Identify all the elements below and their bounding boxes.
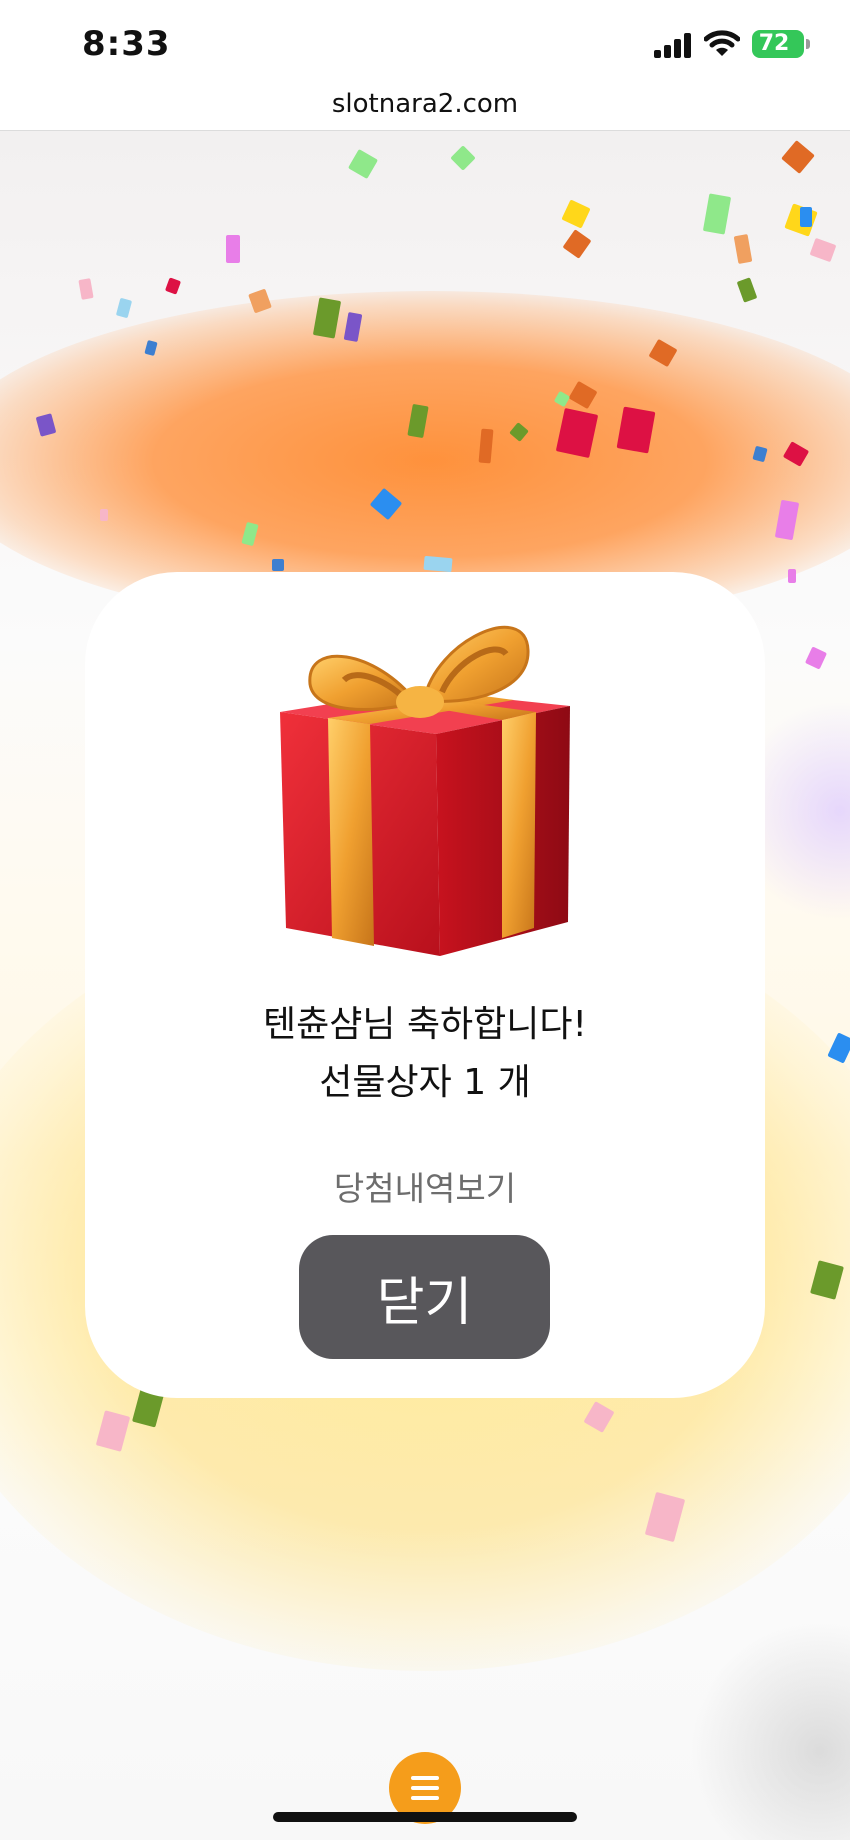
home-indicator: [273, 1812, 577, 1822]
battery-level: 72: [758, 31, 790, 56]
confetti-piece: [423, 555, 453, 573]
url-text[interactable]: slotnara2.com: [0, 90, 850, 118]
confetti-piece: [781, 140, 815, 174]
confetti-piece: [561, 199, 591, 229]
confetti-piece: [164, 277, 182, 295]
confetti-piece: [800, 207, 812, 227]
confetti-piece: [226, 235, 240, 263]
confetti-piece: [272, 559, 284, 571]
confetti-piece: [702, 193, 732, 235]
confetti-piece: [100, 509, 108, 521]
confetti-piece: [733, 233, 753, 265]
confetti-piece: [736, 277, 758, 303]
status-bar: 8:33 72: [0, 0, 850, 90]
status-time: 8:33: [82, 24, 171, 64]
confetti-piece: [788, 569, 796, 583]
battery-icon: 72: [752, 30, 810, 58]
reward-modal: 텐츈샴님 축하합니다! 선물상자 1 개 당첨내역보기 닫기: [85, 572, 765, 1398]
win-history-link[interactable]: 당첨내역보기: [85, 1162, 765, 1210]
confetti-piece: [804, 646, 828, 670]
prize-text: 선물상자 1 개: [319, 1062, 531, 1103]
congrats-message: 텐츈샴님 축하합니다!: [263, 1004, 587, 1045]
confetti-piece: [78, 278, 94, 300]
confetti-piece: [562, 229, 592, 259]
confetti-piece: [115, 297, 133, 319]
close-button[interactable]: 닫기: [299, 1235, 550, 1359]
menu-icon: [411, 1776, 439, 1780]
wifi-icon: [704, 30, 740, 56]
gift-box-icon: [280, 625, 570, 956]
confetti-piece: [809, 237, 837, 263]
confetti-piece: [347, 148, 379, 180]
confetti-piece: [450, 145, 476, 171]
cellular-signal-icon: [654, 32, 694, 58]
url-bar[interactable]: slotnara2.com: [0, 90, 850, 131]
